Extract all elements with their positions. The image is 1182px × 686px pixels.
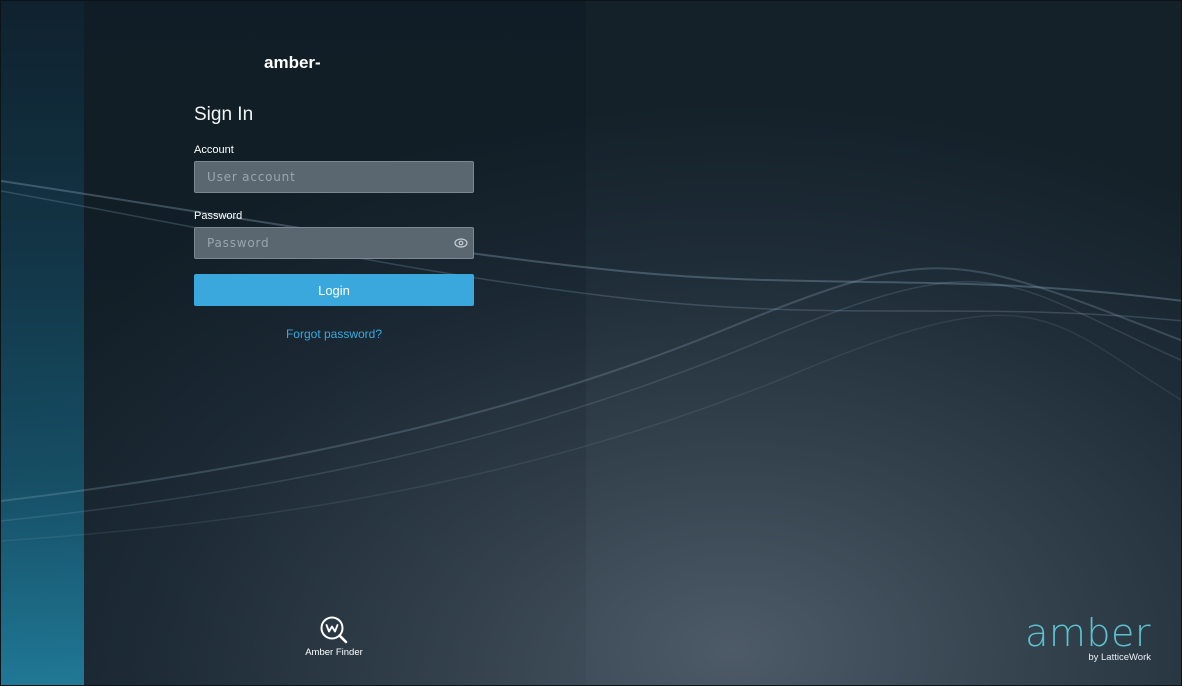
page-title: Sign In <box>194 104 254 125</box>
eye-icon[interactable] <box>453 236 469 250</box>
password-input[interactable] <box>194 227 474 259</box>
background-waves <box>1 180 1181 542</box>
forgot-password-link[interactable]: Forgot password? <box>194 327 474 341</box>
amber-finder-button[interactable]: Amber Finder <box>294 615 374 658</box>
account-input[interactable] <box>194 161 474 193</box>
logo-wordmark: amber <box>1025 611 1151 655</box>
login-screen: amber- Sign In Account Password Login Fo… <box>0 0 1182 686</box>
server-name: amber- <box>264 53 321 72</box>
account-label: Account <box>194 144 234 156</box>
amber-logo: amber by LatticeWork <box>1025 611 1151 663</box>
password-label: Password <box>194 210 243 222</box>
amber-finder-icon <box>320 616 348 644</box>
login-button[interactable]: Login <box>194 274 474 306</box>
amber-finder-label: Amber Finder <box>305 647 363 658</box>
